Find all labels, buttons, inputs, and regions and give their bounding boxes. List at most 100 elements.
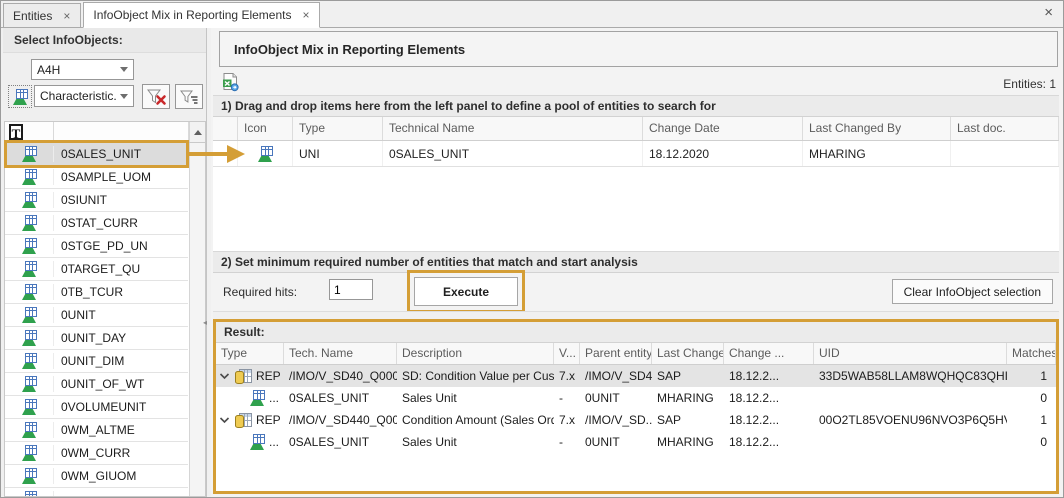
clear-filter-button[interactable] (142, 84, 170, 109)
row-matches: 1 (1007, 369, 1056, 383)
execute-button[interactable]: Execute (414, 277, 518, 306)
pool-section-header: 1) Drag and drop items here from the lef… (213, 95, 1059, 117)
analysis-controls: Required hits: Execute Clear InfoObject … (213, 273, 1059, 311)
characteristic-icon (21, 261, 37, 277)
header-cell-technical-name[interactable]: Technical Name (383, 117, 643, 140)
text-column-header[interactable]: T (5, 122, 54, 142)
left-panel-title: Select InfoObjects: (3, 28, 206, 53)
list-item[interactable]: 0UNIT (5, 304, 188, 327)
header-cell-version[interactable]: V... (554, 343, 580, 364)
header-cell-matches[interactable]: Matches (1007, 343, 1056, 364)
collapse-left-icon[interactable]: ◂ (203, 318, 207, 327)
list-item-0sales-unit[interactable]: 0SALES_UNIT (5, 143, 188, 166)
row-tech-name: /IMO/V_SD440_Q0001 (284, 413, 397, 427)
header-cell-uid[interactable]: UID (814, 343, 1007, 364)
chevron-down-icon[interactable] (219, 371, 231, 381)
result-section: Result: Type Tech. Name Description V...… (213, 319, 1059, 494)
row-last-changed-by: MHARING (652, 435, 724, 449)
close-icon[interactable]: × (1044, 6, 1053, 20)
main-panel: InfoObject Mix in Reporting Elements Ent… (211, 28, 1064, 497)
filter-button[interactable] (175, 84, 203, 109)
characteristic-icon (21, 192, 37, 208)
row-last-changed-by: SAP (652, 413, 724, 427)
header-cell-change[interactable]: Change ... (724, 343, 814, 364)
result-table-header-row: Type Tech. Name Description V... Parent … (216, 343, 1056, 365)
header-cell-last-doc[interactable]: Last doc. (951, 117, 1059, 140)
type-select-value: Characteristic... (40, 89, 116, 103)
list-item[interactable]: 0STAT_CURR (5, 212, 188, 235)
horizontal-splitter[interactable]: ▴ (213, 311, 1059, 319)
page-title: InfoObject Mix in Reporting Elements (220, 42, 465, 57)
header-cell-description[interactable]: Description (397, 343, 554, 364)
characteristic-icon (21, 169, 37, 185)
result-row[interactable]: ... 0SALES_UNIT Sales Unit - 0UNIT MHARI… (216, 431, 1056, 453)
left-panel: Select InfoObjects: A4H Characteristic..… (3, 28, 207, 497)
characteristic-icon (12, 89, 28, 105)
header-cell-type[interactable]: Type (216, 343, 284, 364)
characteristic-icon (21, 468, 37, 484)
page-title-box: InfoObject Mix in Reporting Elements (219, 31, 1058, 67)
scroll-up-button[interactable] (189, 122, 205, 142)
characteristic-icon (249, 390, 265, 406)
excel-export-icon (220, 72, 240, 92)
result-header: Result: (216, 322, 1056, 343)
report-icon (235, 412, 252, 428)
list-item[interactable]: 0WM_ALTME (5, 419, 188, 442)
tab-entities[interactable]: Entities × (3, 3, 81, 27)
characteristic-icon (21, 353, 37, 369)
characteristic-icon (21, 491, 37, 497)
chevron-down-icon[interactable] (219, 415, 231, 425)
export-excel-button[interactable] (219, 72, 241, 94)
close-icon[interactable]: × (62, 11, 71, 21)
list-item[interactable]: 0TARGET_QU (5, 258, 188, 281)
tab-bar: Entities × InfoObject Mix in Reporting E… (1, 1, 1063, 28)
row-uid: 33D5WAB58LLAM8WQHQC83QHI0 (814, 369, 1007, 383)
close-icon[interactable]: × (301, 10, 310, 20)
list-item-partial[interactable] (5, 488, 188, 497)
list-item[interactable]: 0UNIT_DAY (5, 327, 188, 350)
header-cell-last-changed-by[interactable]: Last Changed By (803, 117, 951, 140)
tab-infoobject-mix[interactable]: InfoObject Mix in Reporting Elements × (83, 2, 320, 28)
required-hits-input[interactable] (329, 279, 373, 300)
list-item[interactable]: 0WM_CURR (5, 442, 188, 465)
header-cell-icon[interactable]: Icon (238, 117, 293, 140)
infoobject-type-button[interactable] (8, 85, 32, 108)
name-column-header[interactable] (54, 122, 189, 142)
row-change-date: 18.12.2... (724, 391, 814, 405)
list-item[interactable]: 0STGE_PD_UN (5, 235, 188, 258)
result-row[interactable]: ... 0SALES_UNIT Sales Unit - 0UNIT MHARI… (216, 387, 1056, 409)
list-item[interactable]: 0TB_TCUR (5, 281, 188, 304)
app-window: Entities × InfoObject Mix in Reporting E… (0, 0, 1064, 498)
system-select-value: A4H (37, 63, 116, 77)
row-indent-cell (213, 141, 238, 166)
list-item[interactable]: 0SIUNIT (5, 189, 188, 212)
clear-infoobject-selection-button[interactable]: Clear InfoObject selection (892, 279, 1053, 304)
list-item-label: 0UNIT_DAY (54, 331, 126, 345)
row-type: ... (269, 435, 279, 449)
row-type-cell: ... (216, 434, 284, 450)
system-select[interactable]: A4H (31, 59, 134, 80)
list-item-label: 0TARGET_QU (54, 262, 140, 276)
filter-icon (178, 86, 200, 108)
result-row[interactable]: REP /IMO/V_SD40_Q0001 SD: Condition Valu… (216, 365, 1056, 387)
header-cell-change-date[interactable]: Change Date (643, 117, 803, 140)
list-item[interactable]: 0UNIT_OF_WT (5, 373, 188, 396)
header-cell-parent-entity[interactable]: Parent entity (580, 343, 652, 364)
list-item-label: 0WM_ALTME (54, 423, 135, 437)
row-version: - (554, 391, 580, 405)
list-item[interactable]: 0WM_GIUOM (5, 465, 188, 488)
list-item[interactable]: 0SAMPLE_UOM (5, 166, 188, 189)
result-row[interactable]: REP /IMO/V_SD440_Q0001 Condition Amount … (216, 409, 1056, 431)
characteristic-icon (21, 445, 37, 461)
tab-label: Entities (13, 9, 52, 23)
row-change-date: 18.12.2020 (643, 141, 803, 166)
row-description: Sales Unit (397, 391, 554, 405)
list-item[interactable]: 0UNIT_DIM (5, 350, 188, 373)
type-select[interactable]: Characteristic... (34, 85, 134, 107)
table-row[interactable]: UNI 0SALES_UNIT 18.12.2020 MHARING (213, 141, 1059, 167)
header-cell-tech-name[interactable]: Tech. Name (284, 343, 397, 364)
header-cell-last-change[interactable]: Last Change... (652, 343, 724, 364)
header-cell-type[interactable]: Type (293, 117, 383, 140)
list-item[interactable]: 0VOLUMEUNIT (5, 396, 188, 419)
row-type: UNI (293, 141, 383, 166)
